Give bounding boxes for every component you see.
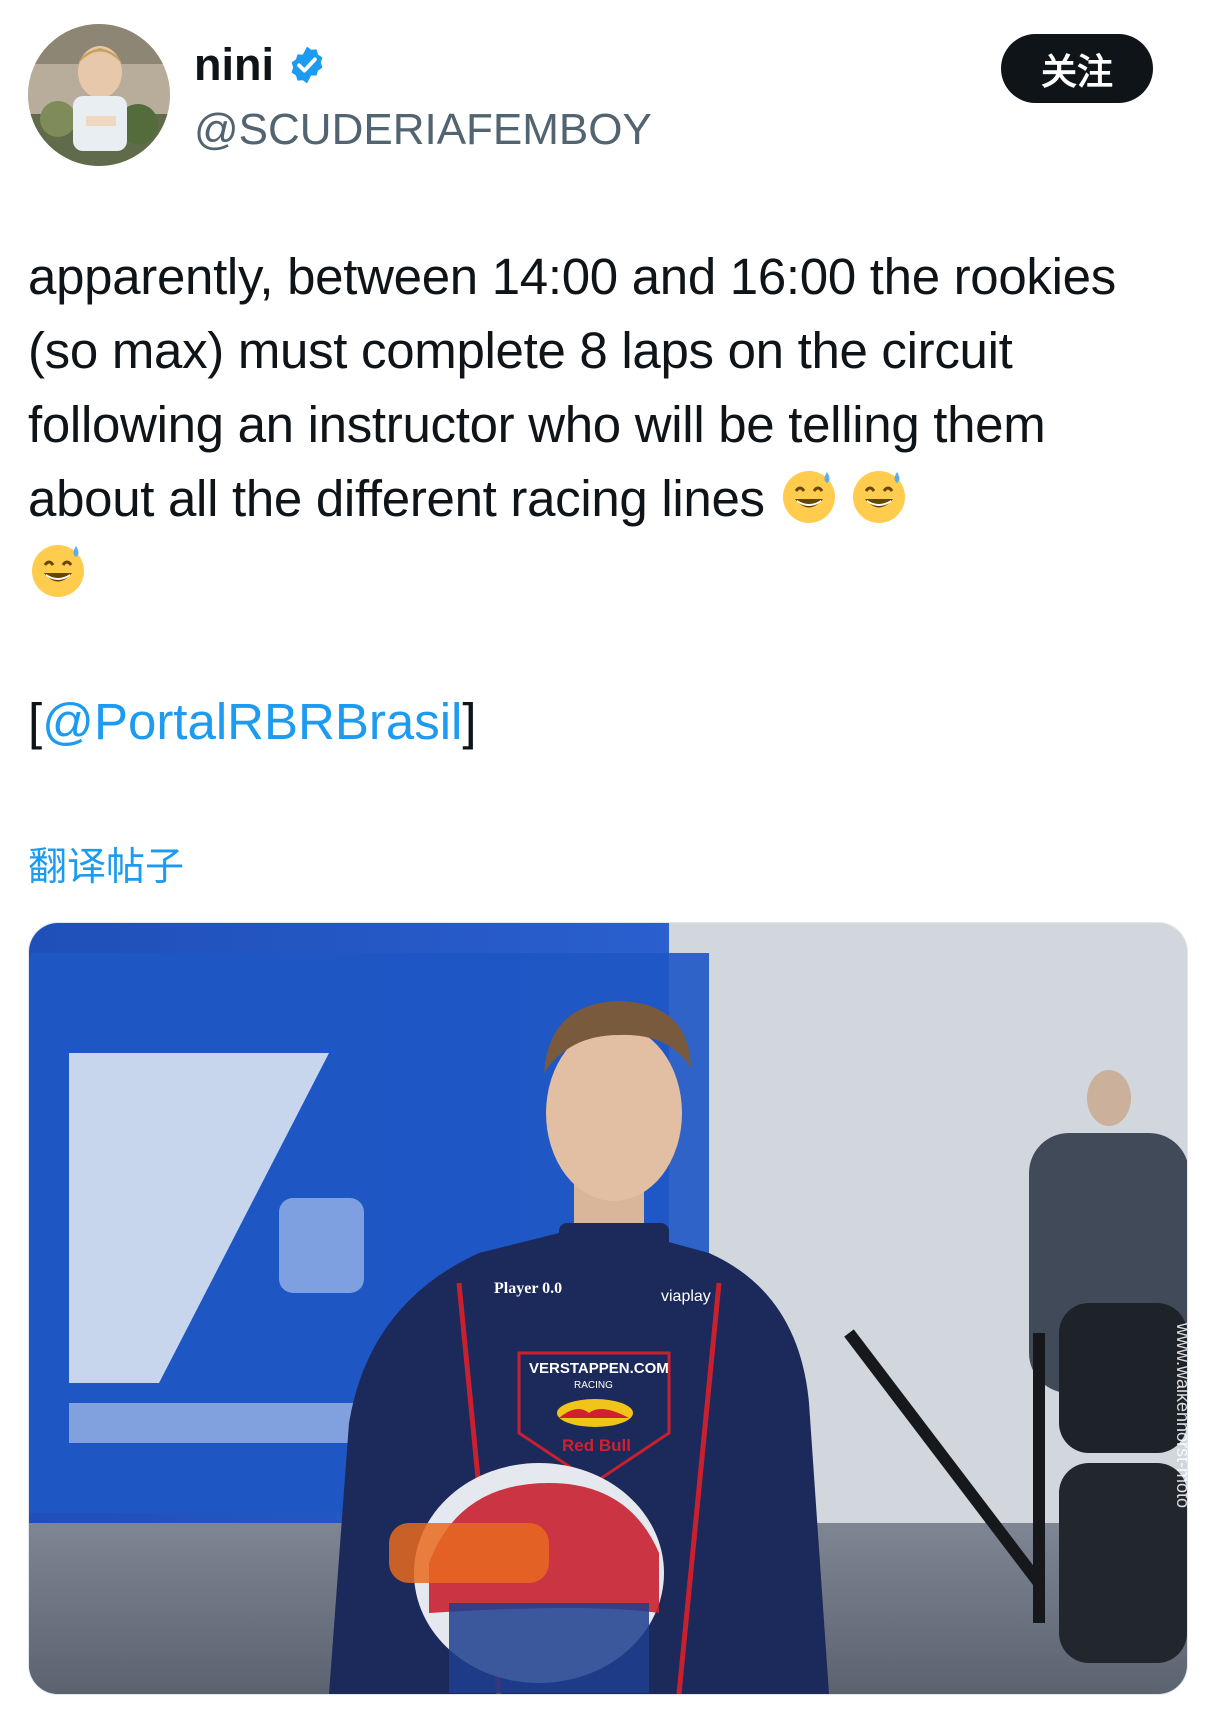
grinning-face-with-sweat-icon (779, 466, 839, 526)
user-handle[interactable]: @SCUDERIAFEMBOY (194, 104, 652, 157)
mention-link[interactable]: @PortalRBRBrasil (42, 693, 462, 750)
avatar-image (28, 24, 170, 166)
grinning-face-with-sweat-icon (28, 540, 88, 600)
display-name[interactable]: nini (194, 42, 274, 87)
suit-sponsor-viaplay: viaplay (661, 1288, 711, 1305)
tweet-header: nini @SCUDERIAFEMBOY 关注 (28, 24, 1178, 169)
avatar[interactable] (28, 24, 170, 166)
tweet-media-photo[interactable]: Player 0.0 viaplay VERSTAPPEN.COM RACING… (28, 922, 1188, 1695)
follow-button[interactable]: 关注 (1001, 34, 1153, 103)
photo-watermark: www.walkenhorst-moto (1173, 1322, 1187, 1508)
suit-sponsor-player: Player 0.0 (494, 1280, 562, 1297)
bracket-close: ] (462, 693, 477, 750)
bracket-open: [ (28, 693, 43, 750)
grinning-face-with-sweat-icon (849, 466, 909, 526)
mention-line: [@PortalRBRBrasil] (28, 685, 477, 759)
suit-logo-redbull: Red Bull (562, 1436, 631, 1455)
suit-logo-racing: RACING (574, 1380, 613, 1391)
translate-post-link[interactable]: 翻译帖子 (28, 836, 184, 892)
tweet-body: apparently, between 14:00 and 16:00 the … (28, 240, 1178, 610)
racing-driver-photo: Player 0.0 viaplay VERSTAPPEN.COM RACING… (29, 923, 1187, 1694)
tweet-text: apparently, between 14:00 and 16:00 the … (28, 248, 1116, 527)
suit-logo-verstappen: VERSTAPPEN.COM (529, 1360, 669, 1377)
verified-badge-icon (286, 44, 328, 86)
